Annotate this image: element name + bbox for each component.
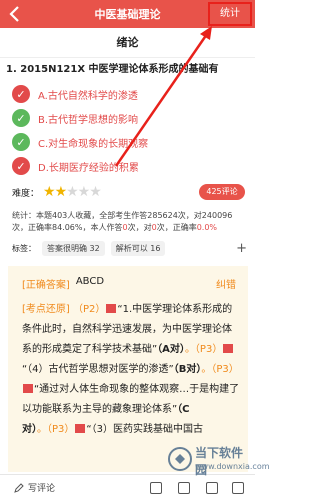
- annotation-arrow-icon: [114, 26, 212, 167]
